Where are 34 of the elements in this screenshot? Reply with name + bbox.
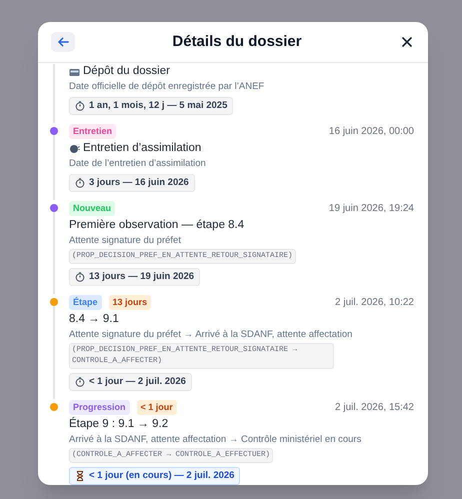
back-button[interactable]: [51, 32, 75, 52]
hourglass-icon: [75, 471, 86, 481]
stopwatch-icon: [75, 178, 86, 188]
event-badge: 13 jours: [108, 294, 152, 310]
event-description: Attente signature du préfet → Arrivé à la SDANF, attente affectation: [69, 328, 352, 341]
dialog-title: Détails du dossier: [172, 32, 302, 52]
close-icon: [402, 37, 412, 47]
duration-chip: 1 an, 1 mois, 12 j — 5 mai 2025: [69, 97, 234, 115]
event-description: Attente signature du préfet: [69, 234, 181, 247]
event-date: 2 juil. 2026, 10:22: [335, 296, 414, 310]
event-badge: Entretien: [69, 124, 116, 138]
event-title: Étape 9 : 9.1 → 9.2: [69, 417, 168, 432]
event-title: Entretien d’assimilation: [83, 141, 202, 156]
event-badge: Nouveau: [69, 200, 116, 216]
stopwatch-icon: [75, 377, 86, 387]
event-description: Date officielle de dépôt enregistrée par l’ANEF: [69, 80, 264, 93]
current-duration-chip: < 1 jour (en cours) — 2 juil. 2026: [69, 467, 240, 485]
event-title: Dépôt du dossier: [83, 64, 170, 79]
duration-chip: 3 jours — 16 juin 2026: [69, 174, 195, 192]
duration-chip: < 1 jour — 2 juil. 2026: [69, 373, 192, 391]
event-date: 16 juin 2026, 00:00: [328, 124, 414, 138]
event-badge: Étape: [69, 294, 102, 310]
stopwatch-icon: [75, 272, 86, 282]
event-title: 8.4 → 9.1: [69, 312, 119, 327]
event-title: Première observation — étape 8.4: [69, 218, 244, 233]
event-date: 19 juin 2026, 19:24: [328, 202, 414, 216]
back-arrow-icon: [58, 37, 68, 47]
event-description: Date de l’entretien d’assimilation: [69, 157, 206, 170]
event-badge: Progression: [69, 400, 130, 414]
event-date: 2 juil. 2026, 15:42: [335, 400, 414, 414]
event-badge: < 1 jour: [136, 400, 177, 414]
duration-chip: 13 jours — 19 juin 2026: [69, 268, 200, 286]
event-description: Arrivé à la SDANF, attente affectation → Contrôle ministériel en cours: [69, 433, 362, 446]
stopwatch-icon: [75, 101, 86, 111]
